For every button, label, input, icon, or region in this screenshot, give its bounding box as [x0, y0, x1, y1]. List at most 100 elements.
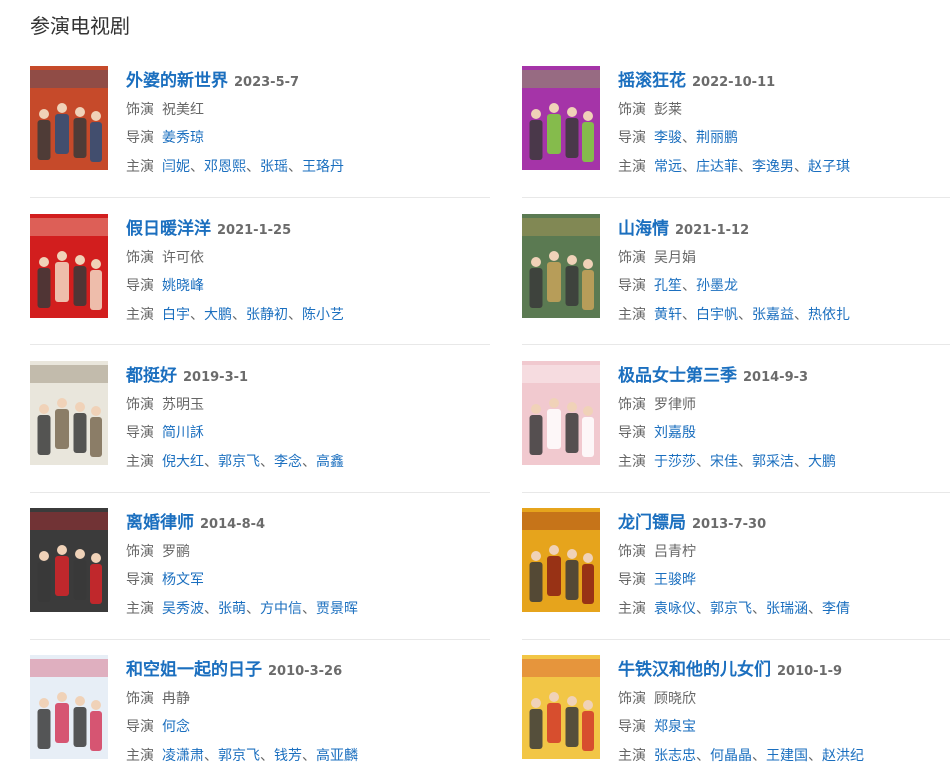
release-date: 2014-9-3: [743, 370, 809, 385]
title-line: 极品女士第三季 2014-9-3: [618, 361, 808, 386]
drama-poster[interactable]: [30, 508, 108, 612]
cast-link[interactable]: 凌潇肃: [162, 748, 204, 764]
director-link[interactable]: 李骏: [654, 130, 682, 146]
separator: 、: [696, 748, 710, 764]
director-row: 导演 何念: [126, 716, 190, 736]
drama-title-link[interactable]: 牛铁汉和他的儿女们: [618, 660, 771, 680]
cast-link[interactable]: 郭京飞: [218, 748, 260, 764]
drama-poster[interactable]: [30, 214, 108, 318]
cast-link[interactable]: 邓恩熙: [204, 159, 246, 175]
cast-link[interactable]: 热依扎: [808, 307, 850, 323]
drama-poster[interactable]: [30, 66, 108, 170]
drama-poster[interactable]: [30, 655, 108, 759]
cast-link[interactable]: 何晶晶: [710, 748, 752, 764]
cast-link[interactable]: 赵子琪: [808, 159, 850, 175]
director-link[interactable]: 何念: [162, 719, 190, 735]
cast-link[interactable]: 大鹏: [204, 307, 232, 323]
director-link[interactable]: 刘嘉殷: [654, 425, 696, 441]
role-label: 饰演: [618, 250, 646, 266]
release-date: 2013-7-30: [692, 517, 767, 532]
cast-link[interactable]: 方中信: [260, 601, 302, 617]
director-link[interactable]: 郑泉宝: [654, 719, 696, 735]
cast-link[interactable]: 钱芳: [274, 748, 302, 764]
cast-link[interactable]: 张静初: [246, 307, 288, 323]
cast-link[interactable]: 白宇: [162, 307, 190, 323]
drama-poster[interactable]: [522, 361, 600, 465]
drama-title-link[interactable]: 摇滚狂花: [618, 71, 686, 91]
director-link[interactable]: 荆丽鹏: [696, 130, 738, 146]
separator: 、: [808, 601, 822, 617]
drama-title-link[interactable]: 和空姐一起的日子: [126, 660, 262, 680]
cast-link[interactable]: 赵洪纪: [822, 748, 864, 764]
drama-title-link[interactable]: 外婆的新世界: [126, 71, 228, 91]
drama-poster[interactable]: [522, 655, 600, 759]
cast-link[interactable]: 常远: [654, 159, 682, 175]
cast-link[interactable]: 白宇帆: [696, 307, 738, 323]
director-link[interactable]: 简川訸: [162, 425, 204, 441]
cast-link[interactable]: 贾景晖: [316, 601, 358, 617]
cast-link[interactable]: 宋佳: [710, 454, 738, 470]
drama-title-link[interactable]: 都挺好: [126, 366, 177, 386]
director-link[interactable]: 姚晓峰: [162, 278, 204, 294]
cast-row: 主演 闫妮、邓恩熙、张瑶、王珞丹: [126, 156, 344, 176]
drama-poster[interactable]: [522, 66, 600, 170]
cast-link[interactable]: 庄达菲: [696, 159, 738, 175]
drama-poster[interactable]: [522, 508, 600, 612]
release-date: 2021-1-25: [217, 223, 292, 238]
cast-link[interactable]: 陈小艺: [302, 307, 344, 323]
director-row: 导演 孔笙、孙墨龙: [618, 275, 738, 295]
separator: 、: [204, 601, 218, 617]
cast-link[interactable]: 吴秀波: [162, 601, 204, 617]
cast-link[interactable]: 李倩: [822, 601, 850, 617]
drama-item: 龙门镖局 2013-7-30 饰演 吕青柠 导演 王骏晔 主演 袁咏仪、郭京飞、张瑞涵、李倩: [522, 508, 942, 618]
cast-link[interactable]: 高鑫: [316, 454, 344, 470]
cast-link[interactable]: 黄轩: [654, 307, 682, 323]
separator: 、: [682, 130, 696, 146]
director-link[interactable]: 孙墨龙: [696, 278, 738, 294]
cast-link[interactable]: 张瑞涵: [766, 601, 808, 617]
poster-art: [30, 655, 108, 759]
drama-item: 都挺好 2019-3-1 饰演 苏明玉 导演 简川訸 主演 倪大红、郭京飞、李念、高鑫: [30, 361, 450, 471]
cast-link[interactable]: 张瑶: [260, 159, 288, 175]
cast-link[interactable]: 张萌: [218, 601, 246, 617]
cast-link[interactable]: 李念: [274, 454, 302, 470]
separator: 、: [682, 278, 696, 294]
drama-title-link[interactable]: 极品女士第三季: [618, 366, 737, 386]
drama-poster[interactable]: [522, 214, 600, 318]
cast-row: 主演 常远、庄达菲、李逸男、赵子琪: [618, 156, 850, 176]
title-line: 都挺好 2019-3-1: [126, 361, 248, 386]
cast-link[interactable]: 郭采洁: [752, 454, 794, 470]
title-line: 和空姐一起的日子 2010-3-26: [126, 655, 342, 680]
cast-link[interactable]: 闫妮: [162, 159, 190, 175]
drama-title-link[interactable]: 山海情: [618, 219, 669, 239]
cast-link[interactable]: 王珞丹: [302, 159, 344, 175]
drama-title-link[interactable]: 离婚律师: [126, 513, 194, 533]
cast-link[interactable]: 倪大红: [162, 454, 204, 470]
cast-link[interactable]: 郭京飞: [710, 601, 752, 617]
cast-link[interactable]: 高亚麟: [316, 748, 358, 764]
cast-link[interactable]: 于莎莎: [654, 454, 696, 470]
cast-label: 主演: [618, 454, 646, 470]
director-label: 导演: [126, 278, 154, 294]
drama-title-link[interactable]: 假日暖洋洋: [126, 219, 211, 239]
drama-title-link[interactable]: 龙门镖局: [618, 513, 686, 533]
drama-poster[interactable]: [30, 361, 108, 465]
cast-label: 主演: [126, 159, 154, 175]
role-value: 罗律师: [654, 397, 696, 413]
separator: 、: [302, 748, 316, 764]
cast-link[interactable]: 李逸男: [752, 159, 794, 175]
drama-item: 假日暖洋洋 2021-1-25 饰演 许可依 导演 姚晓峰 主演 白宇、大鹏、张静初、陈小艺: [30, 214, 450, 324]
cast-link[interactable]: 郭京飞: [218, 454, 260, 470]
director-link[interactable]: 孔笙: [654, 278, 682, 294]
cast-link[interactable]: 王建国: [766, 748, 808, 764]
cast-label: 主演: [618, 601, 646, 617]
cast-link[interactable]: 张嘉益: [752, 307, 794, 323]
director-link[interactable]: 姜秀琼: [162, 130, 204, 146]
director-link[interactable]: 杨文军: [162, 572, 204, 588]
poster-art: [30, 508, 108, 612]
cast-link[interactable]: 袁咏仪: [654, 601, 696, 617]
cast-link[interactable]: 张志忠: [654, 748, 696, 764]
cast-link[interactable]: 大鹏: [808, 454, 836, 470]
director-label: 导演: [126, 572, 154, 588]
director-link[interactable]: 王骏晔: [654, 572, 696, 588]
